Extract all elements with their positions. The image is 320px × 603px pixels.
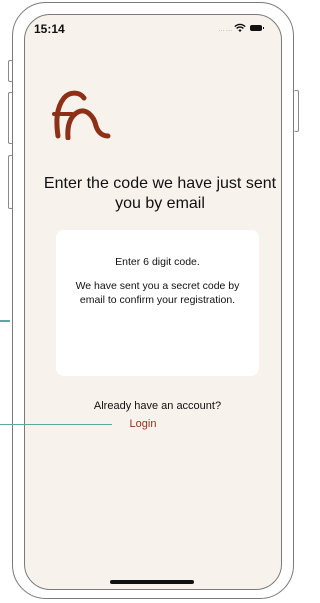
home-indicator[interactable] (110, 580, 194, 584)
annotation-line-login (0, 424, 112, 425)
power-button (294, 90, 299, 132)
brand-logo-icon (52, 90, 111, 140)
page-title: Enter the code we have just sent you by … (43, 175, 277, 212)
wifi-icon (234, 23, 246, 32)
code-instruction: Enter 6 digit code. (115, 256, 200, 268)
code-info-card: Enter 6 digit code. We have sent you a s… (56, 230, 259, 376)
status-icons: …… (200, 23, 264, 35)
code-sent-message: We have sent you a secret code by email … (75, 280, 240, 306)
signal-dots: …… (218, 26, 233, 33)
battery-icon (250, 25, 264, 31)
account-prompt: Already have an account? (93, 400, 222, 412)
device-mockup: 15:14 …… Enter the code we have just sen… (0, 0, 301, 603)
annotation-line-card (0, 320, 10, 322)
status-time: 15:14 (34, 22, 65, 36)
